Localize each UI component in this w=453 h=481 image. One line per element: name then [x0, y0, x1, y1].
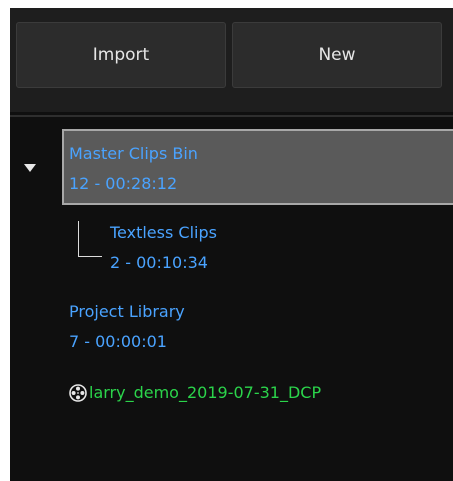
bin-summary-project-library: 7 - 00:00:01 [69, 332, 167, 351]
toolbar-divider [10, 115, 453, 117]
bin-name-textless-clips[interactable]: Textless Clips [110, 220, 217, 246]
bin-name-project-library[interactable]: Project Library [69, 299, 185, 325]
film-reel-icon [69, 384, 87, 402]
bin-summary-master-clips: 12 - 00:28:12 [69, 174, 178, 193]
tree-connector-branch [78, 256, 102, 257]
bin-name-master-clips[interactable]: Master Clips Bin [69, 141, 198, 167]
expand-triangle-icon[interactable] [24, 164, 36, 172]
dcp-item-name[interactable]: larry_demo_2019-07-31_DCP [89, 380, 321, 406]
new-button[interactable]: New [232, 22, 442, 88]
tree-connector-line [78, 221, 79, 257]
import-button[interactable]: Import [16, 22, 226, 88]
bin-panel: Import New Master Clips Bin 12 - 00:28:1… [10, 8, 453, 481]
bin-summary-textless-clips: 2 - 00:10:34 [110, 253, 208, 272]
toolbar: Import New [10, 8, 453, 112]
